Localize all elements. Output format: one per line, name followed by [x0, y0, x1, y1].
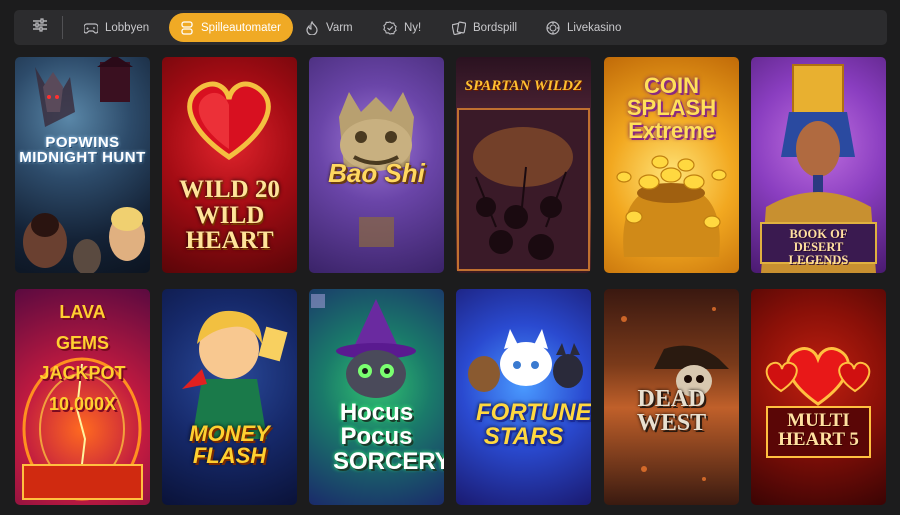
game-tile-coin-splash-extreme[interactable]: COIN SPLASH Extreme — [604, 57, 739, 273]
chip-icon — [546, 20, 560, 35]
slot-machine-icon — [180, 20, 194, 35]
tab-spilleautomater[interactable]: Spilleautomater — [169, 13, 293, 42]
tab-lobbyen[interactable]: Lobbyen — [84, 13, 149, 42]
game-tile-fortune-stars[interactable]: FORTUNE STARS — [456, 289, 591, 505]
game-title: FORTUNE STARS — [476, 399, 591, 451]
cards-icon — [452, 21, 466, 35]
tab-ny[interactable]: Ny! — [383, 13, 421, 42]
game-tile-20-wild-heart[interactable]: WILD 20 WILD HEART — [162, 57, 297, 273]
game-tile-book-of-desert-legends[interactable]: BOOK OF DESERT LEGENDS — [751, 57, 886, 273]
game-tile-spartan-wildz[interactable]: SPARTAN WILDZ — [456, 57, 591, 273]
tab-varm[interactable]: Varm — [305, 13, 353, 42]
game-tile-bao-shi[interactable]: Bao Shi — [309, 57, 444, 273]
game-title: COIN SPLASH Extreme — [626, 73, 717, 143]
tab-livekasino[interactable]: Livekasino — [546, 13, 621, 42]
game-title: Hocus Pocus SORCERY — [333, 399, 444, 475]
game-title: MONEY FLASH — [189, 421, 270, 469]
game-title: LAVA GEMS JACKPOT 10.000X — [39, 302, 126, 414]
game-title: DEAD WEST — [636, 386, 707, 437]
tab-label: Livekasino — [567, 21, 622, 34]
filter-button[interactable] — [25, 13, 55, 42]
game-title: POPWINS MIDNIGHT HUNT — [19, 134, 146, 167]
game-title: MULTI HEART 5 — [778, 410, 859, 451]
tab-label: Spilleautomater — [201, 21, 281, 34]
category-nav: Lobbyen Spilleautomater Varm Ny! Bordspi… — [14, 10, 887, 45]
tab-label: Bordspill — [473, 21, 518, 34]
nav-divider — [62, 16, 63, 39]
sliders-icon — [32, 18, 48, 37]
new-badge-icon — [383, 20, 397, 35]
tab-label: Ny! — [404, 21, 422, 34]
game-tile-money-flash[interactable]: MONEY FLASH — [162, 289, 297, 505]
game-tile-hocus-pocus-sorcery[interactable]: Hocus Pocus SORCERY — [309, 289, 444, 505]
game-tile-dead-west[interactable]: DEAD WEST — [604, 289, 739, 505]
game-tile-multi-heart-5[interactable]: MULTI HEART 5 — [751, 289, 886, 505]
gamepad-icon — [84, 21, 98, 35]
game-title: Bao Shi — [328, 158, 425, 188]
game-tile-lava-gems[interactable]: LAVA GEMS JACKPOT 10.000X — [15, 289, 150, 505]
game-title: WILD 20 WILD HEART — [179, 176, 280, 254]
game-artwork — [456, 289, 591, 505]
game-artwork — [162, 289, 297, 505]
game-tile-midnight-hunt[interactable]: POPWINS MIDNIGHT HUNT — [15, 57, 150, 273]
tab-label: Varm — [326, 21, 353, 34]
tab-label: Lobbyen — [105, 21, 150, 34]
flame-icon — [305, 20, 319, 35]
game-title: BOOK OF DESERT LEGENDS — [788, 227, 849, 267]
game-artwork — [751, 289, 886, 505]
game-title: SPARTAN WILDZ — [464, 78, 583, 94]
tab-bordspill[interactable]: Bordspill — [452, 13, 517, 42]
